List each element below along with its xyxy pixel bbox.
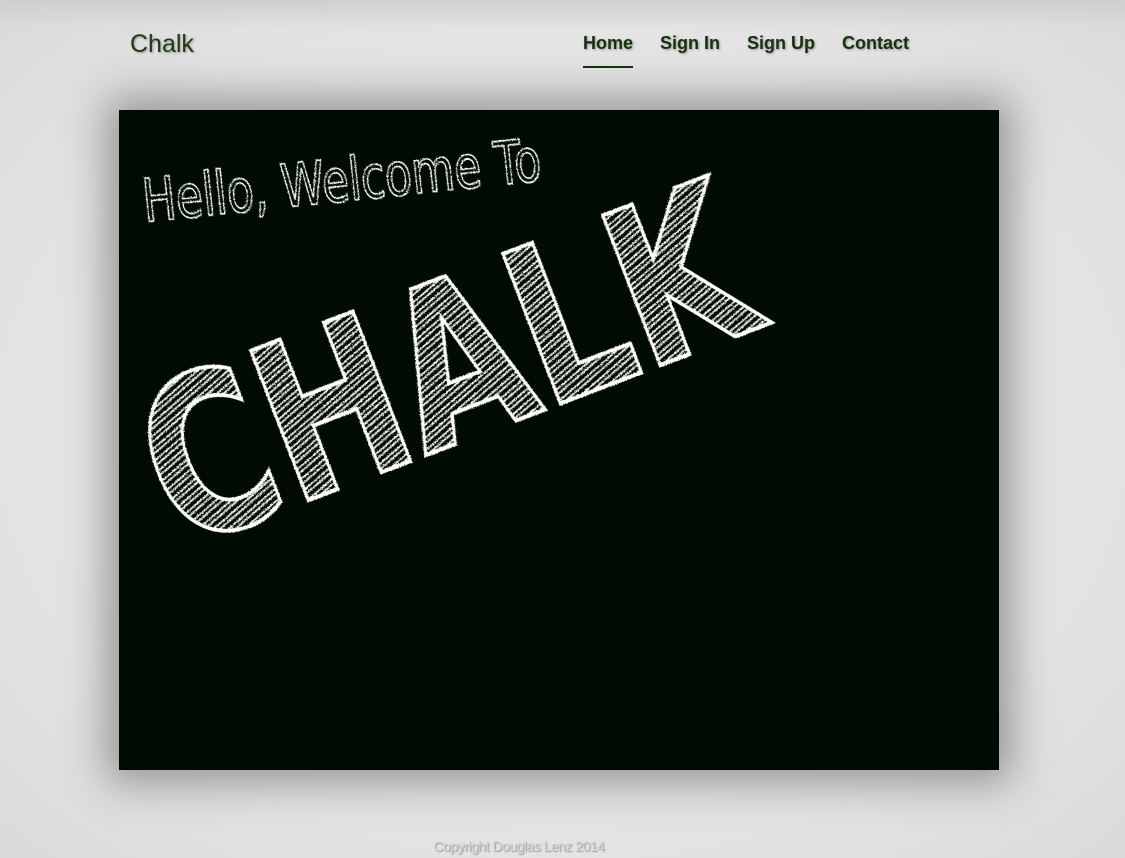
chalkboard-drawing: Hello, Welcome To CHALK: [119, 125, 793, 601]
top-shade: [0, 0, 1125, 28]
chalkboard-hero: Hello, Welcome To CHALK: [119, 110, 999, 770]
main-nav: Home Sign In Sign Up Contact: [583, 33, 936, 68]
nav-sign-in[interactable]: Sign In: [660, 33, 720, 68]
nav-sign-up[interactable]: Sign Up: [747, 33, 815, 68]
footer-copyright: Copyright Douglas Lenz 2014: [433, 838, 605, 854]
brand-logo[interactable]: Chalk: [130, 30, 194, 59]
nav-home[interactable]: Home: [583, 33, 634, 68]
nav-contact[interactable]: Contact: [842, 33, 909, 68]
